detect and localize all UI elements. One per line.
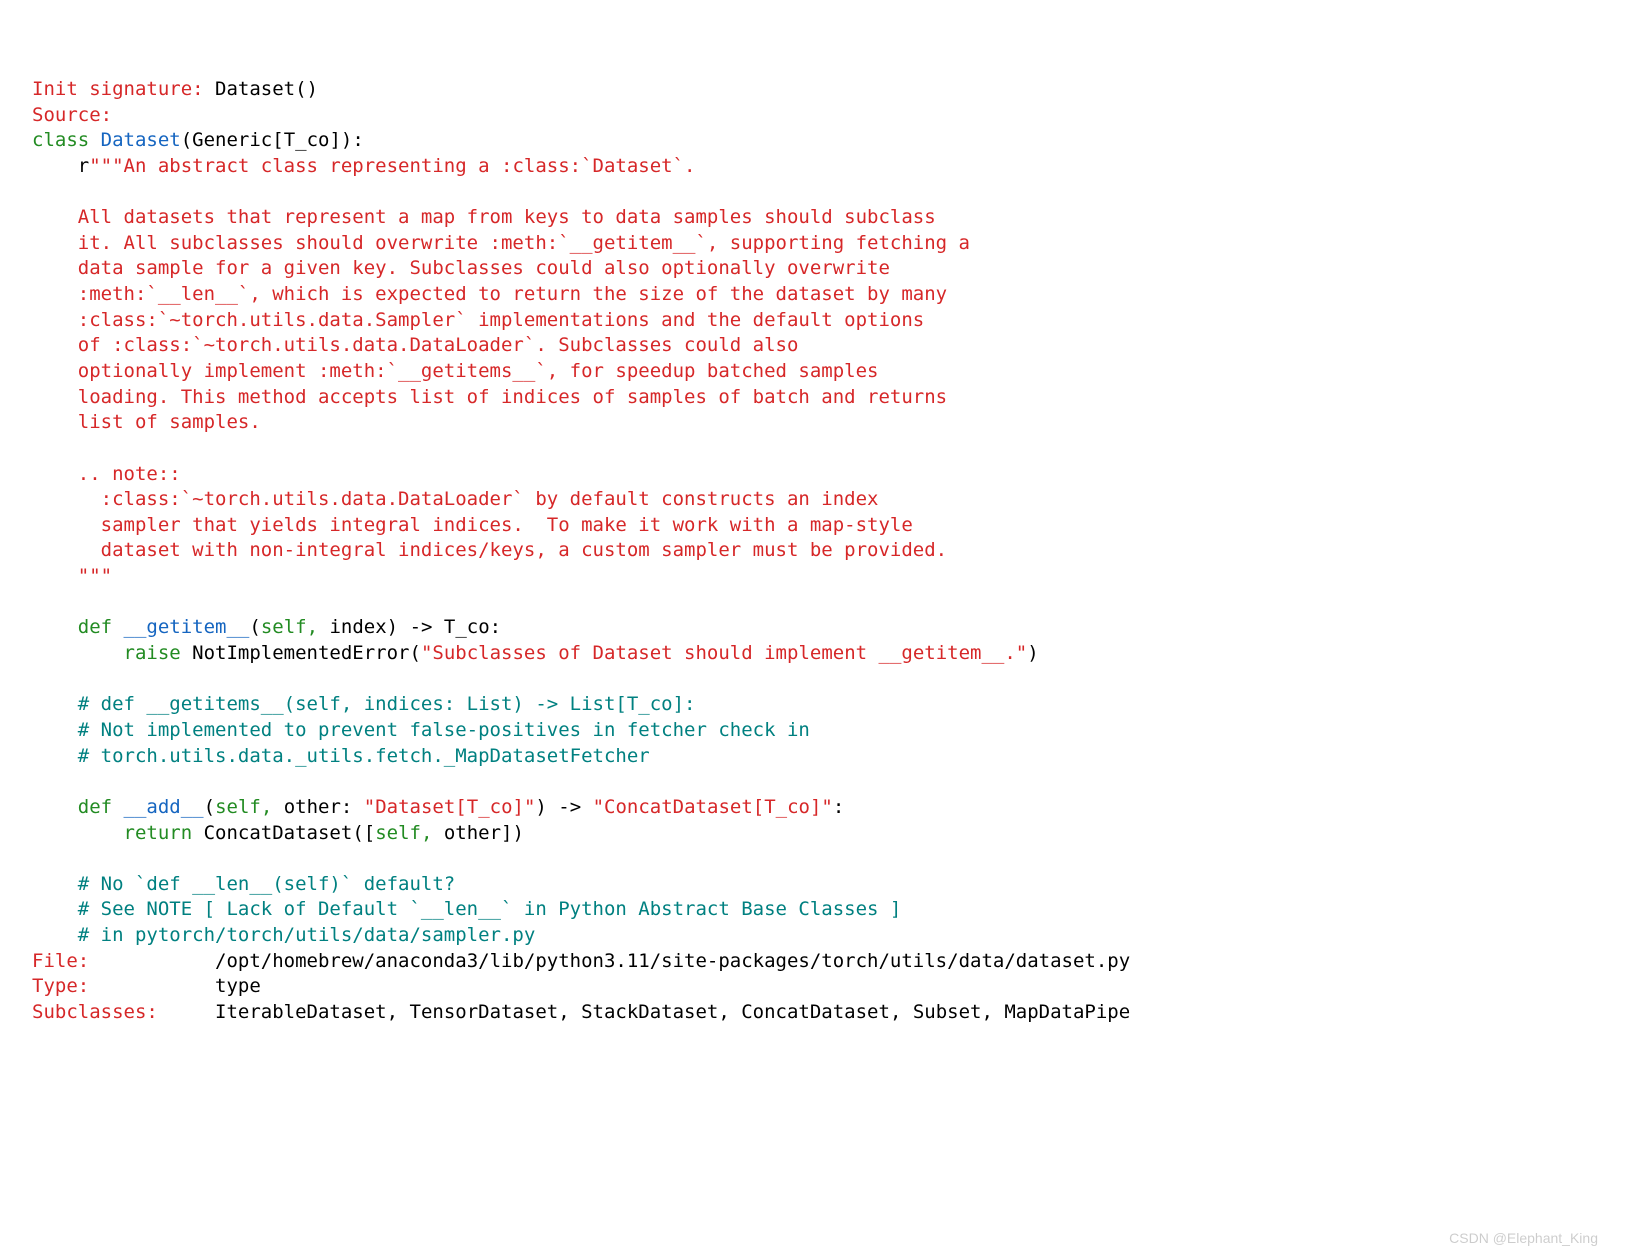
kw-class: class (32, 129, 89, 151)
subclasses-value: IterableDataset, TensorDataset, StackDat… (158, 1001, 1130, 1023)
docstring-line: data sample for a given key. Subclasses … (32, 257, 890, 279)
type-label: Type: (32, 975, 89, 997)
docstring-line: All datasets that represent a map from k… (32, 206, 936, 228)
comment-line: # No `def __len__(self)` default? (32, 873, 455, 895)
comment-line: # torch.utils.data._utils.fetch._MapData… (32, 745, 650, 767)
init-sig-value: Dataset() (204, 78, 318, 100)
error-msg: "Subclasses of Dataset should implement … (421, 642, 1027, 664)
docstring-line: dataset with non-integral indices/keys, … (32, 539, 947, 561)
comment-line: # Not implemented to prevent false-posit… (32, 719, 810, 741)
kw-def: def (78, 616, 112, 638)
comment-line: # def __getitems__(self, indices: List) … (32, 693, 695, 715)
docstring-line: :meth:`__len__`, which is expected to re… (32, 283, 947, 305)
class-name: Dataset (89, 129, 181, 151)
kw-raise: raise (124, 642, 181, 664)
watermark: CSDN @Elephant_King (1449, 1229, 1598, 1248)
subclasses-label: Subclasses: (32, 1001, 158, 1023)
docstring-line: .. note:: (32, 463, 181, 485)
fn-add: __add__ (112, 796, 204, 818)
docstring-line: of :class:`~torch.utils.data.DataLoader`… (32, 334, 798, 356)
fn-getitem: __getitem__ (112, 616, 249, 638)
init-sig-label: Init signature: (32, 78, 204, 100)
docstring-line: :class:`~torch.utils.data.Sampler` imple… (32, 309, 924, 331)
docstring-line: optionally implement :meth:`__getitems__… (32, 360, 878, 382)
docstring-line: loading. This method accepts list of ind… (32, 386, 947, 408)
docstring-end: """ (32, 565, 112, 587)
comment-line: # See NOTE [ Lack of Default `__len__` i… (32, 898, 901, 920)
docstring-line: it. All subclasses should overwrite :met… (32, 232, 970, 254)
docstring-line: list of samples. (32, 411, 261, 433)
code-block: Init signature: Dataset() Source: class … (32, 77, 1596, 1026)
docstring-line: sampler that yields integral indices. To… (32, 514, 913, 536)
kw-return: return (124, 822, 193, 844)
source-label: Source: (32, 104, 112, 126)
docstring-line: """An abstract class representing a :cla… (89, 155, 695, 177)
type-value: type (89, 975, 261, 997)
docstring-line: :class:`~torch.utils.data.DataLoader` by… (32, 488, 878, 510)
comment-line: # in pytorch/torch/utils/data/sampler.py (32, 924, 535, 946)
kw-def: def (78, 796, 112, 818)
file-label: File: (32, 950, 89, 972)
file-value: /opt/homebrew/anaconda3/lib/python3.11/s… (89, 950, 1130, 972)
